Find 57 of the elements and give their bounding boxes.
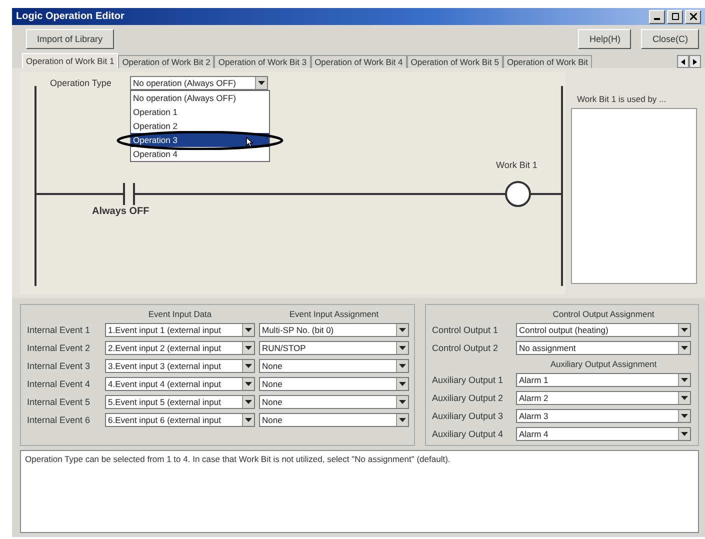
scroll-left-icon[interactable] <box>677 55 689 68</box>
tab[interactable]: Operation of Work Bit 2 <box>118 55 214 68</box>
operation-type-dropdown[interactable]: No operation (Always OFF) <box>130 76 268 90</box>
output-label: Auxiliary Output 1 <box>432 375 504 385</box>
tab[interactable]: Operation of Work Bit 1 <box>22 53 118 68</box>
output-label: Auxiliary Output 3 <box>432 411 504 421</box>
description-text: Operation Type can be selected from 1 to 4. In case that Work Bit is not utilized, select "No assignment" (default). <box>20 450 699 533</box>
used-by-title: Work Bit 1 is used by ... <box>576 94 668 104</box>
event-label: Internal Event 5 <box>27 397 92 407</box>
event-data-dropdown[interactable]: 5.Event input 5 (external input <box>105 395 255 409</box>
tab[interactable]: Operation of Work Bit 4 <box>310 55 407 68</box>
output-label: Auxiliary Output 4 <box>432 429 504 439</box>
close-icon[interactable] <box>685 10 701 24</box>
output-label: Auxiliary Output 2 <box>432 393 504 403</box>
close-button[interactable]: Close(C) <box>641 29 699 49</box>
event-label: Internal Event 6 <box>27 415 92 425</box>
output-dropdown[interactable]: Alarm 4 <box>516 427 691 441</box>
column-heading: Event Input Assignment <box>288 309 380 319</box>
event-label: Internal Event 2 <box>27 343 92 353</box>
import-library-button[interactable]: Import of Library <box>26 29 114 49</box>
tab[interactable]: Operation of Work Bit 3 <box>214 55 311 68</box>
contact-label: Always OFF <box>92 206 150 217</box>
scroll-right-icon[interactable] <box>689 55 701 68</box>
coil-label: Work Bit 1 <box>496 160 538 170</box>
operation-type-label: Operation Type <box>50 78 112 88</box>
output-dropdown[interactable]: Alarm 2 <box>516 391 691 405</box>
group-heading: Control Output Assignment <box>552 309 656 319</box>
event-assignment-dropdown[interactable]: None <box>259 377 409 391</box>
mouse-pointer-icon <box>246 137 253 147</box>
tab[interactable]: Operation of Work Bit <box>502 55 592 68</box>
used-by-list[interactable] <box>571 108 697 284</box>
event-assignment-dropdown[interactable]: None <box>259 395 409 409</box>
help-button[interactable]: Help(H) <box>578 29 632 49</box>
event-label: Internal Event 1 <box>27 325 92 335</box>
event-assignment-dropdown[interactable]: Multi-SP No. (bit 0) <box>259 323 409 337</box>
event-data-dropdown[interactable]: 4.Event input 4 (external input <box>105 377 255 391</box>
maximize-icon[interactable] <box>667 10 683 24</box>
event-label: Internal Event 4 <box>27 379 92 389</box>
event-data-dropdown[interactable]: 3.Event input 3 (external input <box>105 359 255 373</box>
output-label: Control Output 1 <box>432 325 500 335</box>
event-assignment-dropdown[interactable]: RUN/STOP <box>259 341 409 355</box>
output-dropdown[interactable]: Alarm 1 <box>516 373 691 387</box>
event-data-dropdown[interactable]: 1.Event input 1 (external input <box>105 323 255 337</box>
tab[interactable]: Operation of Work Bit 5 <box>406 55 503 68</box>
window-title: Logic Operation Editor <box>16 11 124 22</box>
column-heading: Event Input Data <box>147 309 213 319</box>
event-data-dropdown[interactable]: 2.Event input 2 (external input <box>105 341 255 355</box>
output-dropdown[interactable]: No assignment <box>516 341 691 355</box>
output-dropdown[interactable]: Alarm 3 <box>516 409 691 423</box>
event-label: Internal Event 3 <box>27 361 92 371</box>
event-data-dropdown[interactable]: 6.Event input 6 (external input <box>105 413 255 427</box>
event-assignment-dropdown[interactable]: None <box>259 359 409 373</box>
minimize-icon[interactable] <box>649 10 665 24</box>
event-assignment-dropdown[interactable]: None <box>259 413 409 427</box>
output-dropdown[interactable]: Control output (heating) <box>516 323 691 337</box>
group-heading: Auxiliary Output Assignment <box>549 359 658 369</box>
output-label: Control Output 2 <box>432 343 500 353</box>
